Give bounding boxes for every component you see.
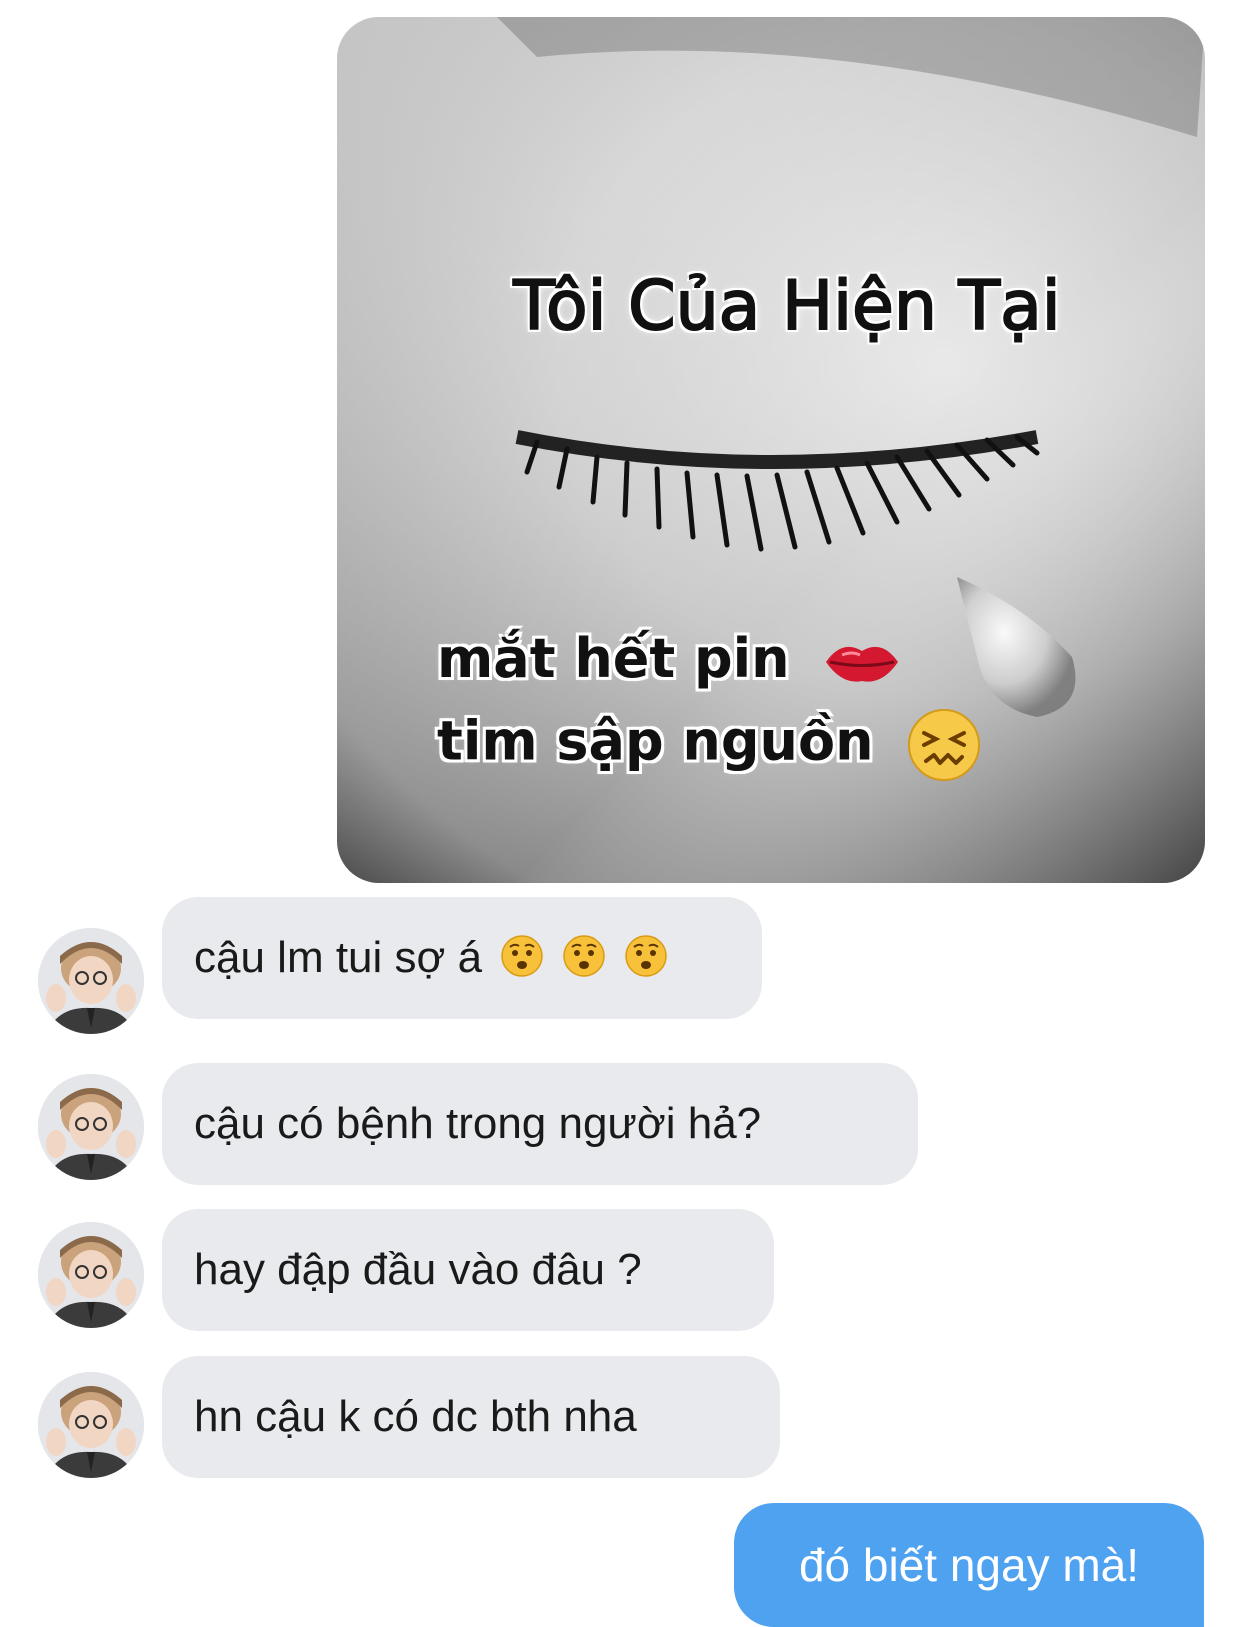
received-message-bubble[interactable]: cậu lm tui sợ á (162, 897, 762, 1019)
message-text: hn cậu k có dc bth nha (194, 1392, 637, 1441)
meme-line-2: tim sập nguồn (437, 707, 982, 783)
worried-face-icon (624, 903, 668, 977)
lips-icon (822, 637, 902, 687)
received-message-bubble[interactable]: hn cậu k có dc bth nha (162, 1356, 780, 1478)
sent-message-bubble[interactable]: đó biết ngay mà! (734, 1503, 1204, 1627)
avatar[interactable] (38, 928, 144, 1034)
meme-line-1: mắt hết pin (437, 627, 902, 690)
avatar[interactable] (38, 1074, 144, 1180)
worried-face-icon (500, 903, 544, 977)
worried-face-icon (562, 903, 606, 977)
message-text: cậu có bệnh trong người hả? (194, 1099, 762, 1148)
avatar[interactable] (38, 1222, 144, 1328)
avatar-image (38, 1222, 144, 1328)
received-message-bubble[interactable]: cậu có bệnh trong người hả? (162, 1063, 918, 1185)
sent-image-message[interactable]: Tôi Của Hiện Tại mắt hết pin tim sập ngu… (337, 17, 1205, 883)
avatar[interactable] (38, 1372, 144, 1478)
meme-line-1-text: mắt hết pin (437, 627, 790, 690)
message-text: hay đập đầu vào đâu ? (194, 1245, 642, 1294)
avatar-image (38, 1372, 144, 1478)
message-text: cậu lm tui sợ á (194, 933, 483, 982)
confounded-face-icon (906, 707, 982, 783)
avatar-image (38, 1074, 144, 1180)
meme-title: Tôi Của Hiện Tại (512, 266, 1061, 347)
avatar-image (38, 928, 144, 1034)
received-message-bubble[interactable]: hay đập đầu vào đâu ? (162, 1209, 774, 1331)
meme-line-2-text: tim sập nguồn (437, 709, 874, 773)
message-text: đó biết ngay mà! (798, 1539, 1140, 1591)
